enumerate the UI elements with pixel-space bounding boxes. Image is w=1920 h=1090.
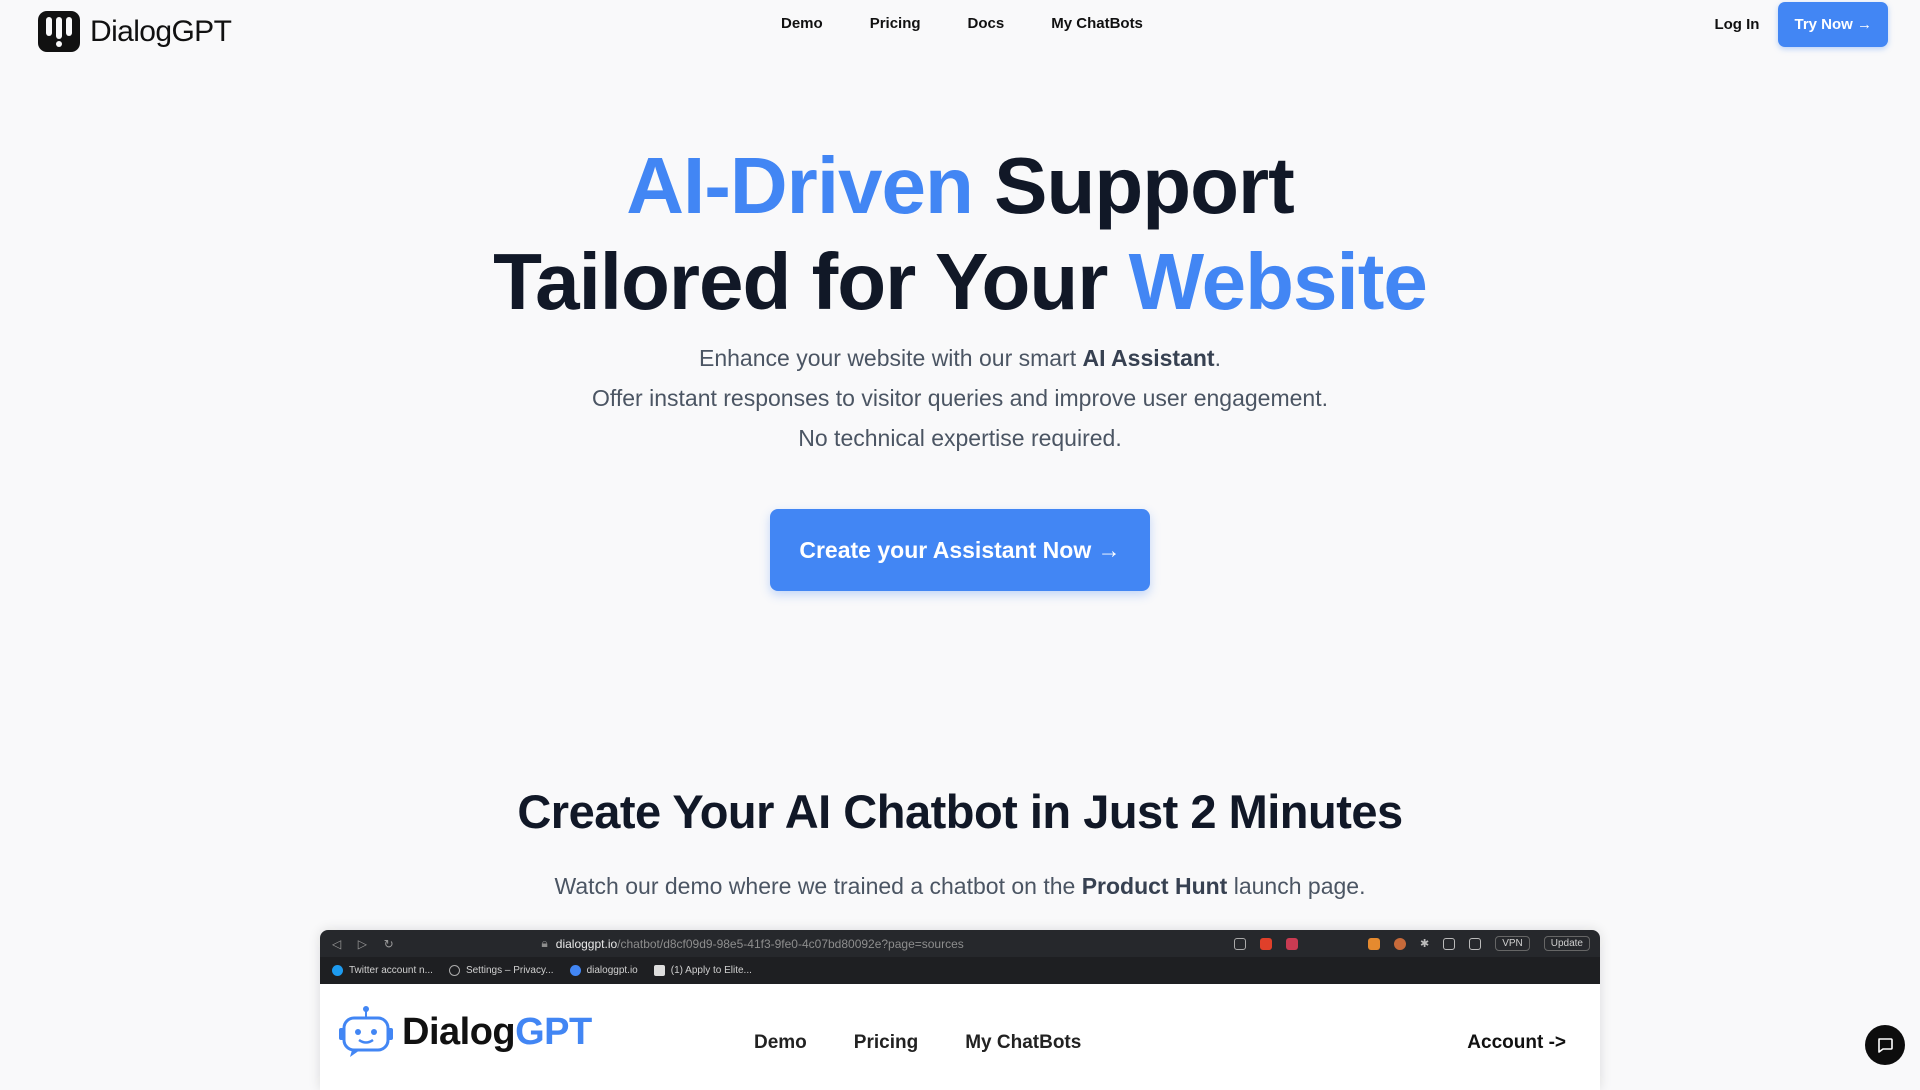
demo-nav-demo: Demo xyxy=(754,1032,807,1053)
share-icon xyxy=(1233,937,1246,950)
robot-icon xyxy=(339,1006,393,1057)
section-sub-post: launch page. xyxy=(1227,873,1366,899)
demo-nav-my-chatbots: My ChatBots xyxy=(965,1032,1082,1053)
hero-sub-line1-bold: AI Assistant xyxy=(1082,345,1215,371)
hero-title-accent-2: Website xyxy=(1128,237,1428,326)
reload-icon: ↻ xyxy=(383,936,394,951)
section-title: Create Your AI Chatbot in Just 2 Minutes xyxy=(517,785,1403,838)
nav-link-pricing[interactable]: Pricing xyxy=(870,14,921,34)
bookmark-label: (1) Apply to Elite... xyxy=(670,965,752,976)
hero-title: AI-Driven Support Tailored for Your Webs… xyxy=(0,138,1920,330)
login-link[interactable]: Log In xyxy=(1714,16,1759,33)
section-sub-pre: Watch our demo where we trained a chatbo… xyxy=(554,873,1082,899)
demo-brand: DialogGPT xyxy=(338,1004,592,1060)
forward-icon: ▷ xyxy=(357,936,368,951)
main-nav: Demo Pricing Docs My ChatBots xyxy=(781,14,1190,34)
nav-link-my-chatbots[interactable]: My ChatBots xyxy=(1051,14,1143,34)
try-now-button[interactable]: Try Now → xyxy=(1778,2,1888,47)
demo-site-header: DialogGPT Demo Pricing My ChatBots Accou… xyxy=(320,984,1600,1090)
section-sub-bold: Product Hunt xyxy=(1081,873,1228,899)
hero-title-rest-1: Support xyxy=(972,141,1295,230)
demo-url-host: dialoggpt.io xyxy=(555,936,618,951)
hero-title-rest-2: Tailored for Your xyxy=(493,237,1129,326)
hero-sub-line2: Offer instant responses to visitor queri… xyxy=(592,385,1328,411)
bookmark-item: Settings – Privacy... xyxy=(448,965,554,976)
hero-title-accent-1: AI-Driven xyxy=(626,141,974,230)
demo-video[interactable]: ◁ ▷ ↻ 🔒︎ dialoggpt.io/chatbot/d8cf09d9-9… xyxy=(320,930,1600,1090)
demo-extensions: ✱ VPN Update xyxy=(1233,936,1600,951)
bookmark-item: dialoggpt.io xyxy=(569,965,638,976)
demo-url-field: 🔒︎ dialoggpt.io/chatbot/d8cf09d9-98e5-41… xyxy=(529,934,1234,954)
nav-actions: Log In Try Now → xyxy=(1714,2,1888,47)
dialoggpt-logo-icon xyxy=(38,11,80,52)
bookmark-item: Twitter account n... xyxy=(332,965,433,976)
back-icon: ◁ xyxy=(332,936,342,951)
bookmark-label: dialoggpt.io xyxy=(586,965,638,976)
demo-nav-pricing: Pricing xyxy=(853,1032,919,1053)
brand-home-link[interactable]: DialogGPT xyxy=(38,11,232,52)
demo-account-link: Account -> xyxy=(1467,1032,1566,1053)
twitter-icon xyxy=(332,965,343,976)
bookmark-label: Twitter account n... xyxy=(349,965,433,976)
bookmark-label: Settings – Privacy... xyxy=(465,965,554,976)
hero-sub-line1-post: . xyxy=(1214,345,1221,371)
lock-icon: 🔒︎ xyxy=(541,936,548,950)
section-subtitle: Watch our demo where we trained a chatbo… xyxy=(0,873,1920,900)
top-nav: DialogGPT Demo Pricing Docs My ChatBots … xyxy=(0,0,1920,52)
gear-icon xyxy=(448,965,460,976)
update-badge: Update xyxy=(1543,936,1590,951)
nav-link-demo[interactable]: Demo xyxy=(781,14,823,34)
hero-sub-line1-pre: Enhance your website with our smart xyxy=(699,345,1083,371)
sidebar-icon xyxy=(1443,937,1456,950)
chat-bubble-icon xyxy=(1878,1038,1893,1053)
puzzle-icon: ✱ xyxy=(1419,938,1430,950)
site-favicon-icon xyxy=(653,965,665,976)
demo-brand-accent: GPT xyxy=(515,1010,592,1053)
chat-widget-button[interactable] xyxy=(1865,1025,1905,1065)
demo-brand-main: Dialog xyxy=(402,1010,516,1053)
create-assistant-button[interactable]: Create your Assistant Now → xyxy=(770,509,1150,591)
demo-bookmarks-bar: Twitter account n... Settings – Privacy.… xyxy=(320,957,1600,984)
metamask-icon xyxy=(1367,937,1380,950)
nav-link-docs[interactable]: Docs xyxy=(968,14,1005,34)
demo-brand-name: DialogGPT xyxy=(402,1011,592,1054)
brave-shield-icon xyxy=(1259,937,1272,950)
hero-sub-line3: No technical expertise required. xyxy=(798,425,1122,451)
extension-icon xyxy=(1393,937,1406,950)
bookmark-item: (1) Apply to Elite... xyxy=(653,965,752,976)
demo-url-path: /chatbot/d8cf09d9-98e5-41f3-9fe0-4c07bd8… xyxy=(617,936,964,951)
vpn-badge: VPN xyxy=(1495,936,1530,951)
hero-subtitle: Enhance your website with our smart AI A… xyxy=(0,338,1920,458)
brand-name: DialogGPT xyxy=(90,14,232,48)
demo-site-nav: Demo Pricing My ChatBots xyxy=(754,1032,1128,1054)
dialoggpt-favicon-icon xyxy=(569,965,581,976)
demo-browser-urlbar: ◁ ▷ ↻ 🔒︎ dialoggpt.io/chatbot/d8cf09d9-9… xyxy=(320,930,1600,957)
brave-rewards-icon xyxy=(1285,937,1298,950)
wallet-icon xyxy=(1469,937,1482,950)
